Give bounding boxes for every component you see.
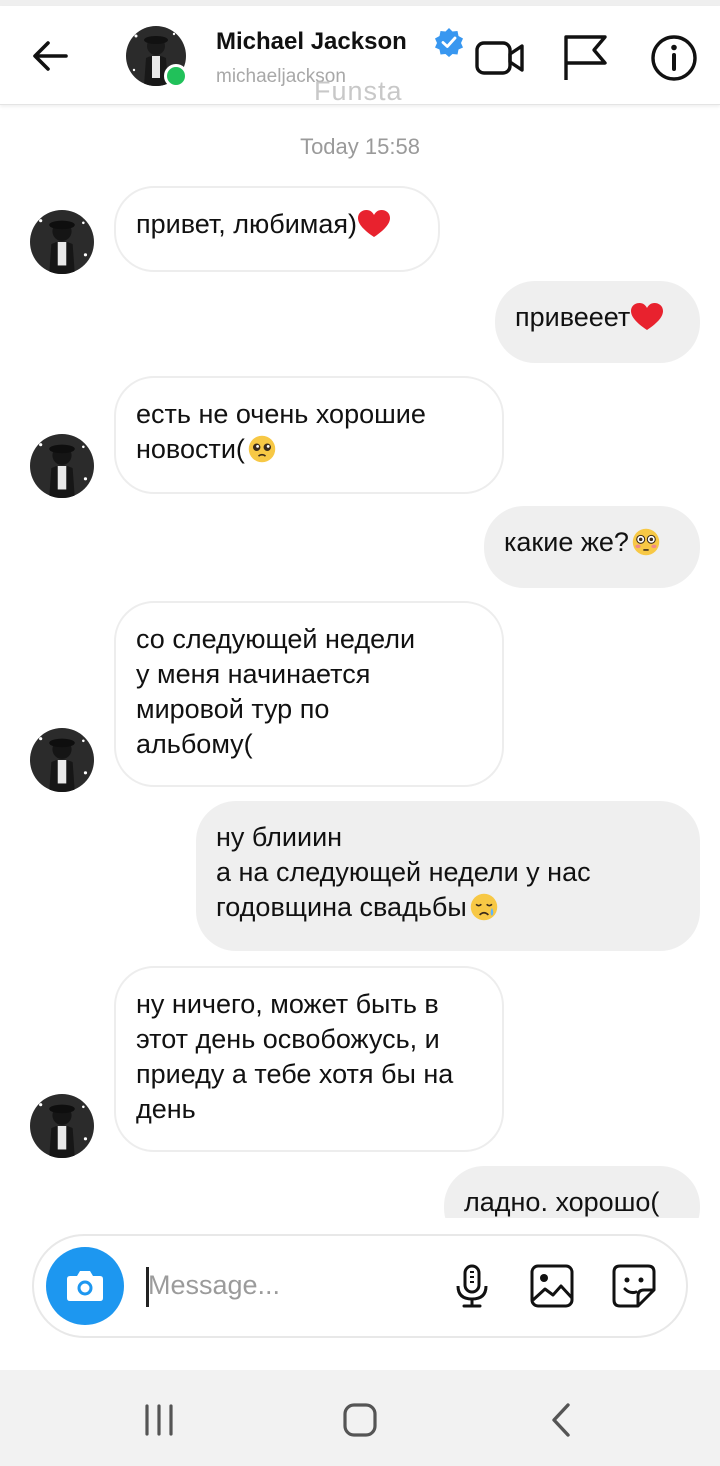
heart-emoji-icon [358, 210, 390, 237]
contact-name[interactable]: Michael Jackson [216, 28, 407, 56]
message-line: ладно. хорошо( [464, 1187, 660, 1217]
nav-back-icon[interactable] [542, 1400, 582, 1440]
sender-avatar[interactable] [30, 434, 94, 498]
message-line: привееет [515, 300, 680, 335]
message-bubble-incoming[interactable]: ну ничего, может быть в этот день освобо… [114, 966, 504, 1152]
message-text: новости( [136, 434, 245, 464]
message-line: приеду а тебе хотя бы на [136, 1059, 454, 1089]
sticker-icon[interactable] [610, 1262, 658, 1310]
message-line: новости( [136, 432, 482, 467]
microphone-icon[interactable] [448, 1262, 496, 1310]
sender-avatar[interactable] [30, 1094, 94, 1158]
system-nav-bar [0, 1370, 720, 1466]
camera-icon [67, 1271, 103, 1301]
home-icon[interactable] [340, 1400, 380, 1440]
sender-avatar[interactable] [30, 728, 94, 792]
sad-face-emoji-icon [470, 893, 498, 921]
message-line: со следующей недели [136, 624, 416, 654]
message-line: а на следующей недели у нас [216, 857, 591, 887]
message-text: привет, любимая) [136, 209, 357, 239]
message-line: ну блииин [216, 822, 343, 852]
online-status-dot [164, 64, 188, 88]
info-icon[interactable] [648, 32, 700, 84]
timestamp: Today 15:58 [300, 134, 420, 159]
video-call-icon[interactable] [474, 32, 526, 84]
message-line: есть не очень хорошие [136, 399, 426, 429]
back-arrow-icon[interactable] [30, 38, 70, 74]
message-line: годовщина свадьбы [216, 890, 680, 925]
message-list[interactable]: Today 15:58 привет, любимая) привееет ес… [0, 104, 720, 1218]
message-composer: Message... [32, 1234, 688, 1338]
message-line: альбому( [136, 729, 253, 759]
message-text: привееет [515, 302, 631, 332]
message-bubble-outgoing[interactable]: ладно. хорошо( [444, 1166, 700, 1218]
avatar-photo [30, 434, 94, 498]
message-bubble-outgoing[interactable]: какие же? [484, 506, 700, 588]
message-text: годовщина свадьбы [216, 892, 467, 922]
message-bubble-incoming[interactable]: привет, любимая) [114, 186, 440, 272]
message-bubble-incoming[interactable]: есть не очень хорошие новости( [114, 376, 504, 494]
message-line: привет, любимая) [136, 207, 418, 242]
message-bubble-incoming[interactable]: со следующей недели у меня начинается ми… [114, 601, 504, 787]
message-text: какие же? [504, 527, 629, 557]
message-line: ну ничего, может быть в [136, 989, 439, 1019]
message-input[interactable]: Message... [148, 1270, 280, 1301]
verified-badge-icon [435, 28, 463, 57]
camera-button[interactable] [46, 1247, 124, 1325]
recent-apps-icon[interactable] [139, 1400, 179, 1440]
chat-header: Michael Jackson michaeljackson Funsta [0, 6, 720, 106]
pleading-face-emoji-icon [248, 435, 276, 463]
message-line: у меня начинается [136, 659, 371, 689]
avatar-photo [30, 728, 94, 792]
message-line: мировой тур по [136, 694, 330, 724]
message-line: этот день освобожусь, и [136, 1024, 440, 1054]
heart-emoji-icon [631, 303, 664, 330]
gallery-icon[interactable] [528, 1262, 576, 1310]
sender-avatar[interactable] [30, 210, 94, 274]
avatar-photo [30, 1094, 94, 1158]
watermark: Funsta [314, 76, 403, 106]
flushed-face-emoji-icon [632, 528, 660, 556]
avatar-photo [30, 210, 94, 274]
message-bubble-outgoing[interactable]: привееет [495, 281, 700, 363]
message-bubble-outgoing[interactable]: ну блииин а на следующей недели у нас го… [196, 801, 700, 951]
message-line: какие же? [504, 525, 680, 560]
flag-icon[interactable] [560, 32, 612, 84]
message-line: день [136, 1094, 196, 1124]
